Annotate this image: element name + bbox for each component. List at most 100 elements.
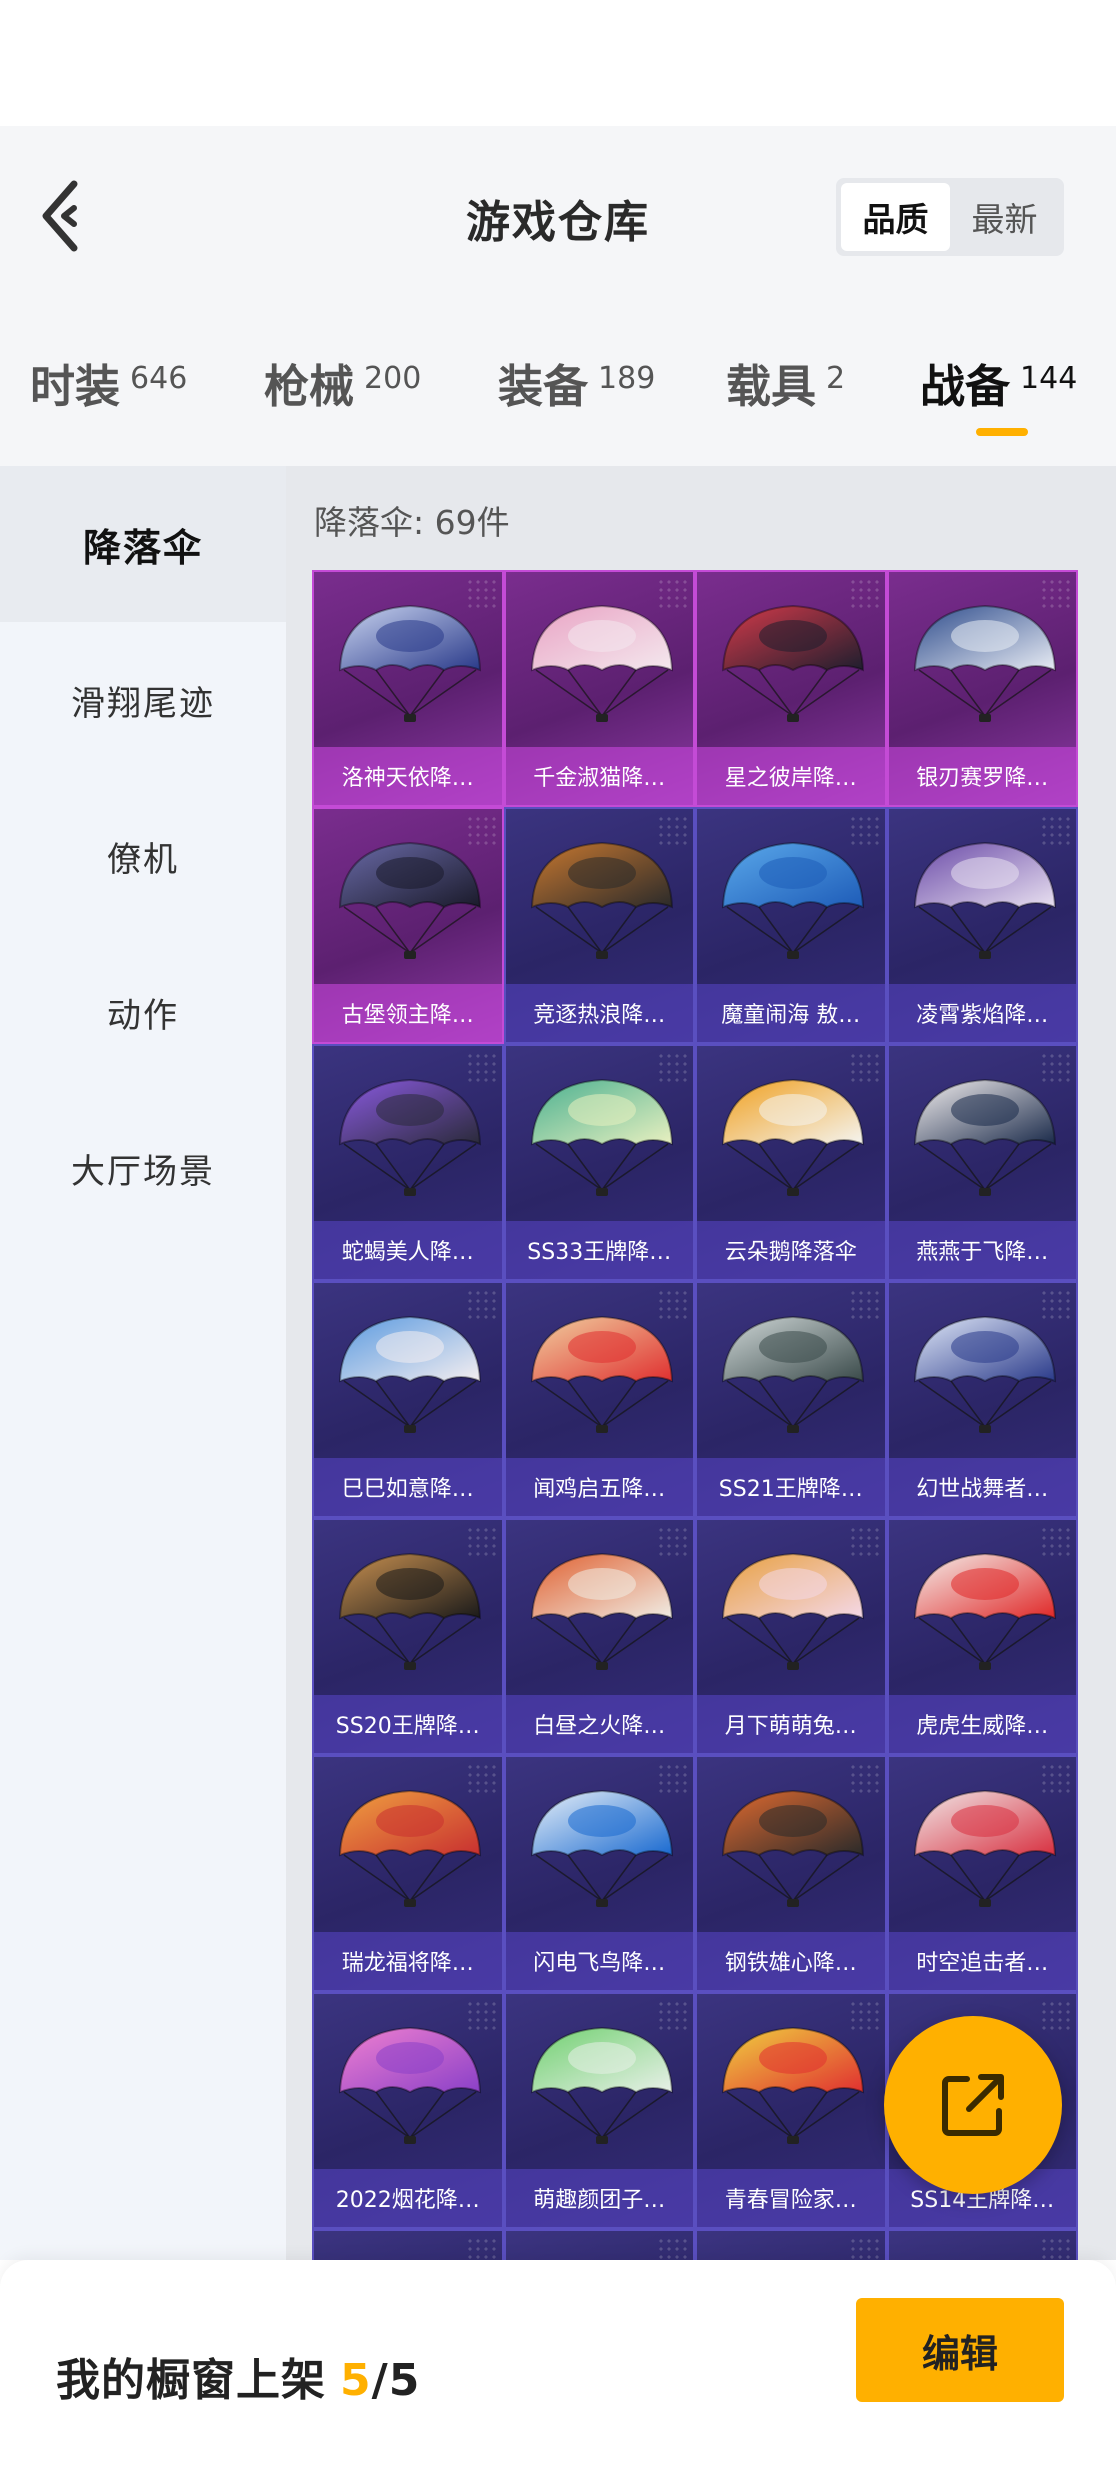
item-name: 月下萌萌兔… xyxy=(724,1714,857,1739)
item-name-bar: SS21王牌降… xyxy=(697,1458,885,1516)
item-name-bar: 古堡领主降… xyxy=(314,984,502,1042)
parachute-item-card[interactable]: 魔童闹海 敖… xyxy=(695,807,887,1044)
parachute-image xyxy=(715,1777,870,1917)
item-name: 虎虎生威降… xyxy=(916,1714,1049,1739)
parachute-item-card[interactable] xyxy=(695,2229,887,2260)
parachute-item-card[interactable]: 巳巳如意降… xyxy=(312,1281,504,1518)
parachute-item-card[interactable]: 白昼之火降… xyxy=(503,1518,695,1755)
item-name-bar: 千金淑猫降… xyxy=(505,747,693,805)
parachute-item-card[interactable]: SS20王牌降… xyxy=(312,1518,504,1755)
sidebar-item-emote[interactable]: 动作 xyxy=(0,934,286,1090)
parachute-item-card[interactable]: SS21王牌降… xyxy=(695,1281,887,1518)
parachute-item-card[interactable] xyxy=(886,2229,1078,2260)
item-name: 魔童闹海 敖… xyxy=(721,1003,861,1028)
parachute-item-card[interactable]: 竞逐热浪降… xyxy=(503,807,695,1044)
tab-equipment[interactable]: 装备 189 xyxy=(498,350,655,430)
item-name: 瑞龙福将降… xyxy=(341,1951,474,1976)
parachute-item-card[interactable]: 瑞龙福将降… xyxy=(312,1755,504,1992)
item-name-bar: 青春冒险家… xyxy=(697,2169,885,2227)
showcase-status: 我的橱窗上架 5/5 xyxy=(56,2344,420,2408)
sort-option-quality[interactable]: 品质 xyxy=(841,183,950,251)
parachute-item-card[interactable]: 蛇蝎美人降… xyxy=(312,1044,504,1281)
item-name-bar: 洛神天依降… xyxy=(314,747,502,805)
parachute-image xyxy=(907,1066,1062,1206)
tab-guns[interactable]: 枪械 200 xyxy=(264,350,421,430)
sort-option-newest[interactable]: 最新 xyxy=(950,183,1059,251)
tab-count: 646 xyxy=(130,361,188,396)
parachute-item-card[interactable]: 钢铁雄心降… xyxy=(695,1755,887,1992)
parachute-item-card[interactable]: SS33王牌降… xyxy=(503,1044,695,1281)
parachute-image xyxy=(907,592,1062,732)
item-name-bar: 月下萌萌兔… xyxy=(697,1695,885,1753)
parachute-item-card[interactable]: 闪电飞鸟降… xyxy=(503,1755,695,1992)
tab-battle-gear[interactable]: 战备 144 xyxy=(920,350,1077,430)
item-name-bar: 燕燕于飞降… xyxy=(888,1221,1076,1279)
tab-fashion[interactable]: 时装 646 xyxy=(30,350,187,430)
parachute-item-card[interactable]: 燕燕于飞降… xyxy=(886,1044,1078,1281)
parachute-item-card[interactable]: 2022烟花降… xyxy=(312,1992,504,2229)
parachute-item-card[interactable]: 时空追击者… xyxy=(886,1755,1078,1992)
showcase-label: 我的橱窗上架 xyxy=(56,2355,326,2406)
item-name-bar: 魔童闹海 敖… xyxy=(697,984,885,1042)
item-name: 幻世战舞者… xyxy=(916,1477,1049,1502)
sidebar-item-lobby-scene[interactable]: 大厅场景 xyxy=(0,1090,286,1246)
item-name: 蛇蝎美人降… xyxy=(341,1240,474,1265)
item-name-bar: 虎虎生威降… xyxy=(888,1695,1076,1753)
item-name-bar: 云朵鹅降落伞 xyxy=(697,1221,885,1279)
item-name: 洛神天依降… xyxy=(341,766,474,791)
parachute-image xyxy=(715,2014,870,2154)
item-name: 凌霄紫焰降… xyxy=(916,1003,1049,1028)
item-name-bar: 白昼之火降… xyxy=(505,1695,693,1753)
parachute-image xyxy=(715,1303,870,1443)
item-name: 闪电飞鸟降… xyxy=(533,1951,666,1976)
parachute-item-card[interactable]: 青春冒险家… xyxy=(695,1992,887,2229)
parachute-image xyxy=(524,592,679,732)
tab-count: 200 xyxy=(364,361,422,396)
parachute-item-card[interactable]: 银刃赛罗降… xyxy=(886,570,1078,807)
parachute-item-card[interactable]: 古堡领主降… xyxy=(312,807,504,1044)
item-name: 白昼之火降… xyxy=(533,1714,666,1739)
item-name: 2022烟花降… xyxy=(335,2188,480,2213)
item-name: 闻鸡启五降… xyxy=(533,1477,666,1502)
parachute-item-card[interactable] xyxy=(503,2229,695,2260)
parachute-image xyxy=(524,1777,679,1917)
card-pattern xyxy=(848,2237,879,2260)
active-tab-indicator xyxy=(976,428,1028,436)
status-bar xyxy=(0,0,1116,126)
parachute-item-card[interactable]: 萌趣颜团子… xyxy=(503,1992,695,2229)
parachute-image xyxy=(332,1540,487,1680)
parachute-image xyxy=(715,1540,870,1680)
parachute-item-card[interactable]: 云朵鹅降落伞 xyxy=(695,1044,887,1281)
item-name: SS20王牌降… xyxy=(335,1714,480,1739)
item-name: SS33王牌降… xyxy=(527,1240,672,1265)
item-name: 竞逐热浪降… xyxy=(533,1003,666,1028)
parachute-item-card[interactable]: 闻鸡启五降… xyxy=(503,1281,695,1518)
card-pattern xyxy=(657,2237,687,2260)
parachute-item-card[interactable]: 星之彼岸降… xyxy=(695,570,887,807)
sidebar-item-wingman[interactable]: 僚机 xyxy=(0,778,286,934)
parachute-image xyxy=(332,1777,487,1917)
parachute-item-card[interactable]: 虎虎生威降… xyxy=(886,1518,1078,1755)
share-button[interactable] xyxy=(884,2016,1062,2194)
item-count-label: 降落伞: 69件 xyxy=(314,503,510,542)
tab-count: 2 xyxy=(826,361,846,396)
parachute-item-card[interactable]: 幻世战舞者… xyxy=(886,1281,1078,1518)
tab-vehicles[interactable]: 载具 2 xyxy=(726,350,845,430)
parachute-image xyxy=(524,1066,679,1206)
edit-button[interactable]: 编辑 xyxy=(856,2298,1064,2402)
parachute-item-card[interactable]: 凌霄紫焰降… xyxy=(886,807,1078,1044)
item-name-bar: SS20王牌降… xyxy=(314,1695,502,1753)
parachute-image xyxy=(332,2014,487,2154)
item-name-bar: 竞逐热浪降… xyxy=(505,984,693,1042)
item-name-bar: 瑞龙福将降… xyxy=(314,1932,502,1990)
item-name: 银刃赛罗降… xyxy=(916,766,1049,791)
sidebar-item-glide-trail[interactable]: 滑翔尾迹 xyxy=(0,622,286,778)
parachute-item-card[interactable]: 洛神天依降… xyxy=(312,570,504,807)
card-pattern xyxy=(465,2237,496,2260)
item-name: 云朵鹅降落伞 xyxy=(724,1240,857,1265)
parachute-item-card[interactable]: 月下萌萌兔… xyxy=(695,1518,887,1755)
parachute-item-card[interactable] xyxy=(312,2229,504,2260)
sidebar-item-parachute[interactable]: 降落伞 xyxy=(0,466,286,622)
tab-label: 载具 xyxy=(726,360,817,413)
parachute-item-card[interactable]: 千金淑猫降… xyxy=(503,570,695,807)
